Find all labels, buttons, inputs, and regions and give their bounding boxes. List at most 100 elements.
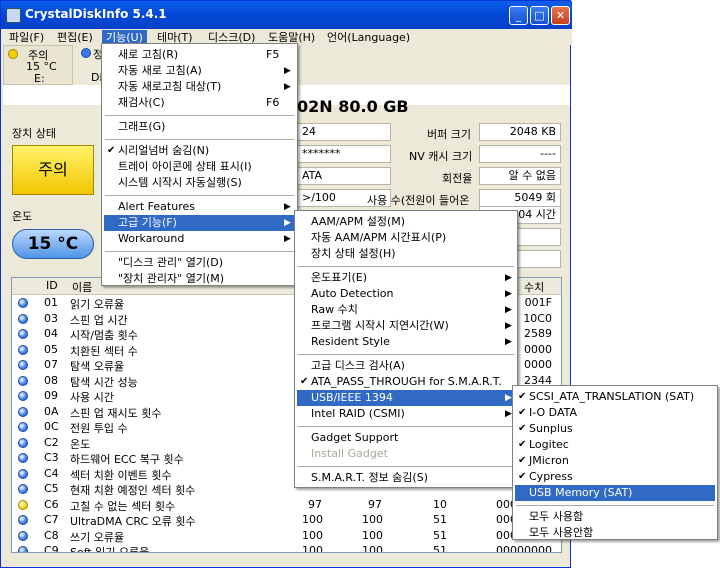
row-id: C3 — [44, 451, 59, 464]
menu-item-jmicron[interactable]: ✔ JMicron — [515, 453, 715, 469]
menu-item-raw[interactable]: Raw 수치 ▶ — [297, 302, 515, 318]
menu-item-item[interactable]: 모두 사용함 — [515, 509, 715, 525]
submenu-arrow-icon: ▶ — [284, 234, 291, 244]
disk-tab-drive: E: — [34, 72, 45, 85]
row-id: 04 — [44, 327, 58, 340]
menu-item-intel-raid-csmi[interactable]: Intel RAID (CSMI) ▶ — [297, 406, 515, 422]
row-current: 100 — [302, 513, 323, 526]
submenu-arrow-icon: ▶ — [505, 321, 512, 331]
menu-item-w[interactable]: 프로그램 시작시 지연시간(W) ▶ — [297, 318, 515, 334]
menu-item-g[interactable]: 그래프(G) — [104, 119, 295, 135]
minimize-button[interactable]: _ — [509, 6, 528, 25]
menu-edit[interactable]: 편집(E) — [53, 30, 97, 45]
row-id: C4 — [44, 466, 59, 480]
menu-item-r[interactable]: 새로 고침(R) F5 — [104, 47, 295, 63]
health-status-badge[interactable]: 주의 — [12, 145, 94, 195]
menu-item-usb-memory-sat[interactable]: USB Memory (SAT) — [515, 485, 715, 501]
caution-status-icon — [8, 49, 18, 59]
menu-item-workaround[interactable]: Workaround ▶ — [104, 231, 295, 247]
title-bar[interactable]: CrystalDiskInfo 5.4.1 _ □ ✕ — [1, 1, 572, 29]
menu-item-logitec[interactable]: ✔ Logitec — [515, 437, 715, 453]
menu-item-scsi-ata-translation-sat[interactable]: ✔ SCSI_ATA_TRANSLATION (SAT) — [515, 389, 715, 405]
menu-item-auto-detection[interactable]: Auto Detection ▶ — [297, 286, 515, 302]
menu-item-label: Workaround — [118, 232, 185, 245]
menu-item-m[interactable]: "장치 관리자" 열기(M) — [104, 271, 295, 287]
menu-item-label: 모두 사용안함 — [529, 526, 594, 539]
buffer-size-field: 2048 KB — [479, 123, 561, 141]
row-id: C6 — [44, 497, 59, 511]
menu-separator — [105, 139, 294, 140]
table-row[interactable]: C6고칠 수 없는 섹터 횟수97971000000000 — [12, 497, 561, 513]
col-id-header[interactable]: ID — [46, 279, 58, 292]
status-dot-icon — [18, 437, 28, 448]
menu-language[interactable]: 언어(Language) — [323, 30, 414, 45]
menu-item-label: I-O DATA — [529, 406, 578, 419]
menu-item-item[interactable]: 모두 사용안함 — [515, 525, 715, 541]
power-on-count-field: 5049 회 — [479, 189, 561, 207]
menu-item-i-o-data[interactable]: ✔ I-O DATA — [515, 405, 715, 421]
submenu-arrow-icon: ▶ — [284, 202, 291, 212]
menu-item-cypress[interactable]: ✔ Cypress — [515, 469, 715, 485]
checkmark-icon: ✔ — [518, 391, 527, 402]
row-id: 08 — [44, 373, 58, 387]
row-id: C2 — [44, 435, 59, 449]
row-id: 05 — [44, 342, 58, 356]
menu-item-c[interactable]: 재검사(C) F6 — [104, 95, 295, 111]
checkmark-icon: ✔ — [518, 455, 527, 466]
menu-separator — [298, 466, 514, 467]
menu-item-s-m-a-r-t-s[interactable]: S.M.A.R.T. 정보 숨김(S) — [297, 470, 515, 486]
menu-separator — [105, 195, 294, 196]
menu-file[interactable]: 파일(F) — [5, 30, 48, 45]
menu-item-a[interactable]: 자동 새로 고침(A) ▶ — [104, 63, 295, 79]
menu-item-label: Gadget Support — [311, 431, 399, 444]
menu-item-gadget-support[interactable]: Gadget Support — [297, 430, 515, 446]
menu-item-label: Intel RAID (CSMI) — [311, 407, 405, 420]
maximize-button[interactable]: □ — [530, 6, 549, 25]
row-id: 01 — [44, 296, 58, 309]
menu-item-a[interactable]: 고급 디스크 검사(A) — [297, 358, 515, 374]
col-raw-header[interactable]: 수치 — [524, 279, 544, 295]
menu-shortcut: F5 — [266, 48, 280, 61]
menu-item-h[interactable]: 장치 상태 설정(H) — [297, 246, 515, 262]
menu-item-usb-ieee-1394[interactable]: USB/IEEE 1394 ▶ — [297, 390, 515, 406]
rotation-field: 알 수 없음 — [479, 167, 561, 185]
menu-item-f[interactable]: 고급 기능(F) ▶ — [104, 215, 295, 231]
menu-item-label: 그래프(G) — [118, 120, 166, 133]
submenu-arrow-icon: ▶ — [284, 82, 291, 92]
checkmark-icon: ✔ — [518, 423, 527, 434]
good-status-icon — [81, 48, 91, 58]
menu-item-aam-apm-p[interactable]: 자동 AAM/APM 시간표시(P) — [297, 230, 515, 246]
menu-item-label: 트레이 아이콘에 상태 표시(I) — [118, 160, 252, 173]
menu-item-label: 시리얼넘버 숨김(N) — [118, 144, 210, 157]
row-raw: 00000000 — [496, 544, 552, 553]
menu-item-s[interactable]: 시스템 시작시 자동실행(S) — [104, 175, 295, 191]
menu-item-resident-style[interactable]: Resident Style ▶ — [297, 334, 515, 350]
menu-item-sunplus[interactable]: ✔ Sunplus — [515, 421, 715, 437]
row-current: 97 — [308, 497, 322, 511]
close-button[interactable]: ✕ — [551, 6, 570, 25]
disk-tab-d[interactable]: 정 Di — [77, 45, 103, 85]
interface-field: ATA — [297, 167, 391, 185]
col-name-header[interactable]: 이름 — [72, 279, 92, 295]
menu-item-alert-features[interactable]: Alert Features ▶ — [104, 199, 295, 215]
menu-item-d[interactable]: "디스크 관리" 열기(D) — [104, 255, 295, 271]
menu-item-label: 고급 기능(F) — [118, 216, 177, 229]
disk-tab-e[interactable]: 주의 15 °C E: — [3, 45, 73, 85]
table-row[interactable]: C7UltraDMA CRC 오류 횟수1001005100000000 — [12, 512, 561, 528]
row-name: Soft 읽기 오류율 — [70, 546, 150, 553]
row-id: 03 — [44, 311, 58, 325]
table-row[interactable]: C9 Soft 읽기 오류율 100 100 51 00000000 — [12, 543, 561, 553]
menu-item-label: Auto Detection — [311, 287, 394, 300]
menu-item-label: 자동 AAM/APM 시간표시(P) — [311, 231, 447, 244]
menu-item-i[interactable]: 트레이 아이콘에 상태 표시(I) — [104, 159, 295, 175]
submenu-arrow-icon: ▶ — [505, 273, 512, 283]
menu-item-aam-apm-m[interactable]: AAM/APM 설정(M) — [297, 214, 515, 230]
menu-item-n[interactable]: ✔ 시리얼넘버 숨김(N) — [104, 143, 295, 159]
status-dot-icon — [18, 375, 28, 386]
menu-item-t[interactable]: 자동 새로고침 대상(T) ▶ — [104, 79, 295, 95]
table-row[interactable]: C8쓰기 오류율1001005100000000 — [12, 528, 561, 544]
menu-item-e[interactable]: 온도표기(E) ▶ — [297, 270, 515, 286]
submenu-arrow-icon: ▶ — [284, 66, 291, 76]
status-dot-icon — [18, 298, 28, 308]
menu-item-ata-pass-through-for-s-m-a-r-t[interactable]: ✔ ATA_PASS_THROUGH for S.M.A.R.T. — [297, 374, 515, 390]
